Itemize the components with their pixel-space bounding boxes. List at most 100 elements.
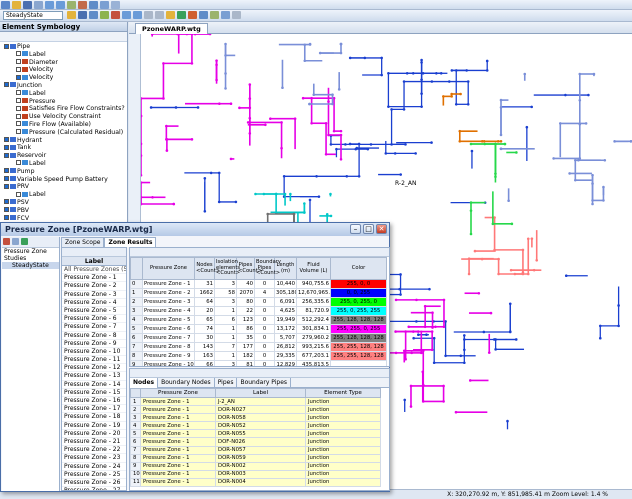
junction-node[interactable] xyxy=(215,63,218,67)
symbology-checkbox[interactable] xyxy=(16,59,21,65)
junction-node[interactable] xyxy=(203,176,207,180)
summary-column-header[interactable]: Pressure Zone xyxy=(142,257,195,280)
symbology-checkbox[interactable] xyxy=(16,160,21,166)
symbology-item[interactable]: Fire Flow (Available) xyxy=(2,121,127,129)
node-row[interactable]: 4 Pressure Zone - 1 DOR-N052 Junction xyxy=(130,421,381,431)
summary-row[interactable]: 9 Pressure Zone - 10 66 3 81 0 12,829 435,813.5 xyxy=(130,360,387,366)
summary-row[interactable]: 7 Pressure Zone - 8 143 7 177 0 26,812 993,215.… xyxy=(130,342,387,352)
symbology-item[interactable]: Velocity xyxy=(2,66,127,74)
symbology-item[interactable]: Satisfies Fire Flow Constraints? xyxy=(2,105,127,113)
symbology-checkbox[interactable] xyxy=(4,82,9,88)
symbology-checkbox[interactable] xyxy=(16,191,21,197)
summary-column-header[interactable]: Boundary Pipes <Count> xyxy=(254,257,281,280)
pump-icon[interactable] xyxy=(210,11,219,19)
junction-node[interactable] xyxy=(425,333,428,337)
summary-row[interactable]: 5 Pressure Zone - 6 74 1 86 0 13,172 301,834.1 2… xyxy=(130,324,387,334)
junction-node[interactable] xyxy=(584,122,588,125)
summary-row[interactable]: 3 Pressure Zone - 4 20 1 22 0 4,625 81,720.9 255… xyxy=(130,306,387,316)
symbology-item[interactable]: Label xyxy=(2,90,127,98)
open-icon[interactable] xyxy=(12,1,21,9)
refresh-icon[interactable] xyxy=(166,11,175,19)
junction-node[interactable] xyxy=(587,93,590,97)
junction-node[interactable] xyxy=(430,141,433,144)
node-column-header[interactable] xyxy=(130,388,141,398)
pan-icon[interactable] xyxy=(133,11,142,19)
junction-node[interactable] xyxy=(269,117,272,121)
node-row[interactable]: 5 Pressure Zone - 1 DOR-N055 Junction xyxy=(130,429,381,439)
junction-node[interactable] xyxy=(499,106,503,109)
junction-node[interactable] xyxy=(308,102,311,106)
zone-label-row[interactable]: Pressure Zone - 23 xyxy=(62,454,126,463)
symbology-checkbox[interactable] xyxy=(4,168,9,174)
elements-tab[interactable]: Pipes xyxy=(215,378,238,388)
junction-node[interactable] xyxy=(264,123,267,127)
junction-node[interactable] xyxy=(470,149,474,153)
junction-node[interactable] xyxy=(482,139,486,143)
new-study-icon[interactable] xyxy=(12,238,19,245)
node-row[interactable]: 9 Pressure Zone - 1 DOR-N002 Junction xyxy=(130,461,381,471)
junction-node[interactable] xyxy=(506,419,509,423)
zone-label-row[interactable]: Pressure Zone - 14 xyxy=(62,381,126,389)
elements-tab[interactable]: Boundary Pipes xyxy=(237,378,292,388)
grid-icon[interactable] xyxy=(89,11,98,19)
junction-node[interactable] xyxy=(598,336,602,340)
symbology-item[interactable]: PBV xyxy=(2,207,127,215)
junction-node[interactable] xyxy=(454,410,458,414)
layout-icon[interactable] xyxy=(78,11,87,19)
node-row[interactable]: 10 Pressure Zone - 1 DOR-N003 Junction xyxy=(130,469,381,479)
junction-node[interactable] xyxy=(535,258,539,262)
zone-label-row[interactable]: Pressure Zone - 26 xyxy=(62,479,126,488)
zone-label-row[interactable]: Pressure Zone - 4 xyxy=(62,299,126,307)
junction-node[interactable] xyxy=(403,398,407,402)
summary-row[interactable]: 4 Pressure Zone - 5 65 6 123 0 19,949 512,292.4… xyxy=(130,315,387,325)
undo-icon[interactable] xyxy=(45,1,54,9)
junction-node[interactable] xyxy=(532,268,536,272)
junction-node[interactable] xyxy=(510,222,514,226)
summary-row[interactable]: 6 Pressure Zone - 7 30 1 35 0 5,707 279,960.2 25… xyxy=(130,333,387,343)
zone-label-row[interactable]: Pressure Zone - 8 xyxy=(62,332,126,340)
junction-node[interactable] xyxy=(141,173,143,177)
junction-node[interactable] xyxy=(172,202,176,206)
zone-label-row[interactable]: Pressure Zone - 15 xyxy=(62,389,126,397)
zone-label-row[interactable]: Pressure Zone - 7 xyxy=(62,323,126,332)
symbology-checkbox[interactable] xyxy=(4,176,9,182)
zone-label-row[interactable]: Pressure Zone - 1 xyxy=(62,274,126,283)
zone-label-row[interactable]: Pressure Zone - 17 xyxy=(62,405,126,414)
junction-node[interactable] xyxy=(507,199,510,203)
symbology-checkbox[interactable] xyxy=(16,90,21,96)
junction-node[interactable] xyxy=(515,151,518,154)
junction-node[interactable] xyxy=(420,61,423,64)
junction-node[interactable] xyxy=(329,214,333,218)
maximize-button[interactable]: □ xyxy=(363,224,374,234)
junction-node[interactable] xyxy=(281,86,284,90)
save-icon[interactable] xyxy=(23,1,32,9)
summary-row[interactable]: 0 Pressure Zone - 1 31 3 40 0 10,440 940,755.6 2… xyxy=(130,279,387,289)
junction-node[interactable] xyxy=(477,291,481,295)
junction-node[interactable] xyxy=(485,59,489,63)
elements-tab[interactable]: Nodes xyxy=(130,378,159,388)
junction-node[interactable] xyxy=(467,272,471,276)
tool-icon[interactable] xyxy=(100,1,109,9)
delete-icon[interactable] xyxy=(3,238,10,245)
zone-label-row[interactable]: Pressure Zone - 18 xyxy=(62,413,126,422)
symbology-item[interactable]: Use Velocity Constraint xyxy=(2,113,127,121)
summary-column-header[interactable]: Isolation elements <Count> xyxy=(214,257,240,280)
symbology-checkbox[interactable] xyxy=(16,105,21,111)
tank-icon[interactable] xyxy=(199,11,208,19)
junction-node[interactable] xyxy=(487,351,491,354)
node-row[interactable]: 3 Pressure Zone - 1 DOR-N058 Junction xyxy=(130,413,381,423)
symbology-checkbox[interactable] xyxy=(16,74,21,80)
zone-label-row[interactable]: Pressure Zone - 10 xyxy=(62,348,126,357)
symbology-checkbox[interactable] xyxy=(4,215,9,221)
select-icon[interactable] xyxy=(122,11,131,19)
junction-node[interactable] xyxy=(552,157,555,160)
summary-row[interactable]: 8 Pressure Zone - 9 163 1 182 0 29,335 677,203.… xyxy=(130,351,387,361)
junction-node[interactable] xyxy=(254,192,257,196)
symbology-checkbox[interactable] xyxy=(4,183,9,189)
zone-label-row[interactable]: Pressure Zone - 21 xyxy=(62,438,126,447)
junction-node[interactable] xyxy=(234,200,238,204)
junction-node[interactable] xyxy=(165,149,169,152)
symbology-item[interactable]: Reservoir xyxy=(2,152,127,160)
junction-icon[interactable] xyxy=(188,11,197,19)
junction-node[interactable] xyxy=(308,198,312,202)
